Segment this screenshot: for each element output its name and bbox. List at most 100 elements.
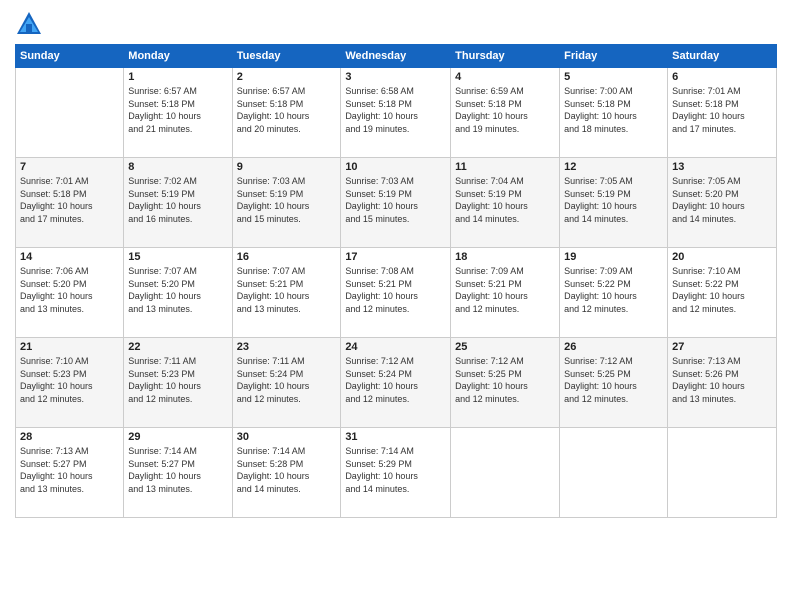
calendar-week-row: 1Sunrise: 6:57 AM Sunset: 5:18 PM Daylig… [16,68,777,158]
day-info: Sunrise: 6:58 AM Sunset: 5:18 PM Dayligh… [345,85,446,135]
day-info: Sunrise: 7:14 AM Sunset: 5:28 PM Dayligh… [237,445,337,495]
weekday-header: Saturday [668,45,777,68]
day-number: 20 [672,251,772,263]
day-number: 26 [564,341,663,353]
calendar-cell: 22 Sunrise: 7:11 AM Sunset: 5:23 PM Dayli… [124,338,232,428]
day-info: Sunrise: 7:02 AM Sunset: 5:19 PM Dayligh… [128,175,227,225]
day-number: 9 [237,161,337,173]
calendar-week-row: 7 Sunrise: 7:01 AM Sunset: 5:18 PM Daylig… [16,158,777,248]
day-info: Sunrise: 7:13 AM Sunset: 5:26 PM Dayligh… [672,355,772,405]
day-number: 28 [20,431,119,443]
day-number: 22 [128,341,227,353]
calendar-week-row: 21 Sunrise: 7:10 AM Sunset: 5:23 PM Dayli… [16,338,777,428]
day-info: Sunrise: 7:07 AM Sunset: 5:20 PM Dayligh… [128,265,227,315]
day-number: 27 [672,341,772,353]
day-number: 17 [345,251,446,263]
calendar-cell: 7 Sunrise: 7:01 AM Sunset: 5:18 PM Daylig… [16,158,124,248]
day-info: Sunrise: 7:10 AM Sunset: 5:22 PM Dayligh… [672,265,772,315]
calendar-cell [668,428,777,518]
day-info: Sunrise: 7:09 AM Sunset: 5:21 PM Dayligh… [455,265,555,315]
calendar-cell: 17 Sunrise: 7:08 AM Sunset: 5:21 PM Dayli… [341,248,451,338]
day-number: 30 [237,431,337,443]
day-info: Sunrise: 7:14 AM Sunset: 5:29 PM Dayligh… [345,445,446,495]
day-info: Sunrise: 7:09 AM Sunset: 5:22 PM Dayligh… [564,265,663,315]
calendar-week-row: 28 Sunrise: 7:13 AM Sunset: 5:27 PM Dayli… [16,428,777,518]
page-header [15,10,777,38]
calendar-cell: 31 Sunrise: 7:14 AM Sunset: 5:29 PM Dayli… [341,428,451,518]
weekday-header: Sunday [16,45,124,68]
calendar-cell: 12Sunrise: 7:05 AM Sunset: 5:19 PM Dayli… [560,158,668,248]
calendar-cell: 28 Sunrise: 7:13 AM Sunset: 5:27 PM Dayli… [16,428,124,518]
day-number: 23 [237,341,337,353]
calendar-cell: 16Sunrise: 7:07 AM Sunset: 5:21 PM Dayli… [232,248,341,338]
day-number: 5 [564,71,663,83]
day-info: Sunrise: 7:03 AM Sunset: 5:19 PM Dayligh… [237,175,337,225]
day-number: 18 [455,251,555,263]
day-number: 11 [455,161,555,173]
day-info: Sunrise: 7:05 AM Sunset: 5:20 PM Dayligh… [672,175,772,225]
weekday-header: Monday [124,45,232,68]
calendar-cell: 2 Sunrise: 6:57 AM Sunset: 5:18 PM Daylig… [232,68,341,158]
calendar-cell: 19 Sunrise: 7:09 AM Sunset: 5:22 PM Dayli… [560,248,668,338]
calendar-cell: 29Sunrise: 7:14 AM Sunset: 5:27 PM Dayli… [124,428,232,518]
day-number: 8 [128,161,227,173]
calendar-cell: 11Sunrise: 7:04 AM Sunset: 5:19 PM Dayli… [451,158,560,248]
calendar-cell: 3Sunrise: 6:58 AM Sunset: 5:18 PM Daylig… [341,68,451,158]
day-number: 6 [672,71,772,83]
day-info: Sunrise: 7:12 AM Sunset: 5:25 PM Dayligh… [455,355,555,405]
day-number: 7 [20,161,119,173]
day-info: Sunrise: 6:59 AM Sunset: 5:18 PM Dayligh… [455,85,555,135]
calendar-cell: 26Sunrise: 7:12 AM Sunset: 5:25 PM Dayli… [560,338,668,428]
calendar-cell: 27 Sunrise: 7:13 AM Sunset: 5:26 PM Dayli… [668,338,777,428]
day-number: 2 [237,71,337,83]
day-info: Sunrise: 7:06 AM Sunset: 5:20 PM Dayligh… [20,265,119,315]
day-info: Sunrise: 7:13 AM Sunset: 5:27 PM Dayligh… [20,445,119,495]
calendar-cell: 24 Sunrise: 7:12 AM Sunset: 5:24 PM Dayli… [341,338,451,428]
day-info: Sunrise: 7:01 AM Sunset: 5:18 PM Dayligh… [20,175,119,225]
calendar-table: SundayMondayTuesdayWednesdayThursdayFrid… [15,44,777,518]
calendar-cell: 30 Sunrise: 7:14 AM Sunset: 5:28 PM Dayli… [232,428,341,518]
day-info: Sunrise: 7:11 AM Sunset: 5:24 PM Dayligh… [237,355,337,405]
day-number: 25 [455,341,555,353]
calendar-cell: 18 Sunrise: 7:09 AM Sunset: 5:21 PM Dayli… [451,248,560,338]
day-number: 15 [128,251,227,263]
day-info: Sunrise: 7:08 AM Sunset: 5:21 PM Dayligh… [345,265,446,315]
calendar-cell: 1Sunrise: 6:57 AM Sunset: 5:18 PM Daylig… [124,68,232,158]
day-number: 12 [564,161,663,173]
day-number: 14 [20,251,119,263]
day-info: Sunrise: 6:57 AM Sunset: 5:18 PM Dayligh… [128,85,227,135]
day-number: 21 [20,341,119,353]
day-number: 24 [345,341,446,353]
calendar-cell: 6 Sunrise: 7:01 AM Sunset: 5:18 PM Daylig… [668,68,777,158]
calendar-cell: 21 Sunrise: 7:10 AM Sunset: 5:23 PM Dayli… [16,338,124,428]
calendar-cell: 14 Sunrise: 7:06 AM Sunset: 5:20 PM Dayli… [16,248,124,338]
day-number: 29 [128,431,227,443]
weekday-header: Tuesday [232,45,341,68]
day-number: 31 [345,431,446,443]
logo-icon [15,10,43,38]
day-info: Sunrise: 7:03 AM Sunset: 5:19 PM Dayligh… [345,175,446,225]
day-info: Sunrise: 7:11 AM Sunset: 5:23 PM Dayligh… [128,355,227,405]
day-info: Sunrise: 6:57 AM Sunset: 5:18 PM Dayligh… [237,85,337,135]
day-info: Sunrise: 7:01 AM Sunset: 5:18 PM Dayligh… [672,85,772,135]
calendar-page: SundayMondayTuesdayWednesdayThursdayFrid… [0,0,792,612]
day-number: 10 [345,161,446,173]
calendar-cell: 23 Sunrise: 7:11 AM Sunset: 5:24 PM Dayli… [232,338,341,428]
calendar-cell: 10 Sunrise: 7:03 AM Sunset: 5:19 PM Dayli… [341,158,451,248]
weekday-header: Wednesday [341,45,451,68]
calendar-cell: 4Sunrise: 6:59 AM Sunset: 5:18 PM Daylig… [451,68,560,158]
day-info: Sunrise: 7:10 AM Sunset: 5:23 PM Dayligh… [20,355,119,405]
weekday-header: Thursday [451,45,560,68]
calendar-cell [451,428,560,518]
calendar-cell: 13Sunrise: 7:05 AM Sunset: 5:20 PM Dayli… [668,158,777,248]
calendar-cell: 9 Sunrise: 7:03 AM Sunset: 5:19 PM Daylig… [232,158,341,248]
weekday-header-row: SundayMondayTuesdayWednesdayThursdayFrid… [16,45,777,68]
day-info: Sunrise: 7:07 AM Sunset: 5:21 PM Dayligh… [237,265,337,315]
calendar-week-row: 14 Sunrise: 7:06 AM Sunset: 5:20 PM Dayli… [16,248,777,338]
day-number: 19 [564,251,663,263]
calendar-cell [560,428,668,518]
calendar-cell [16,68,124,158]
day-info: Sunrise: 7:12 AM Sunset: 5:24 PM Dayligh… [345,355,446,405]
day-info: Sunrise: 7:00 AM Sunset: 5:18 PM Dayligh… [564,85,663,135]
calendar-cell: 20 Sunrise: 7:10 AM Sunset: 5:22 PM Dayli… [668,248,777,338]
